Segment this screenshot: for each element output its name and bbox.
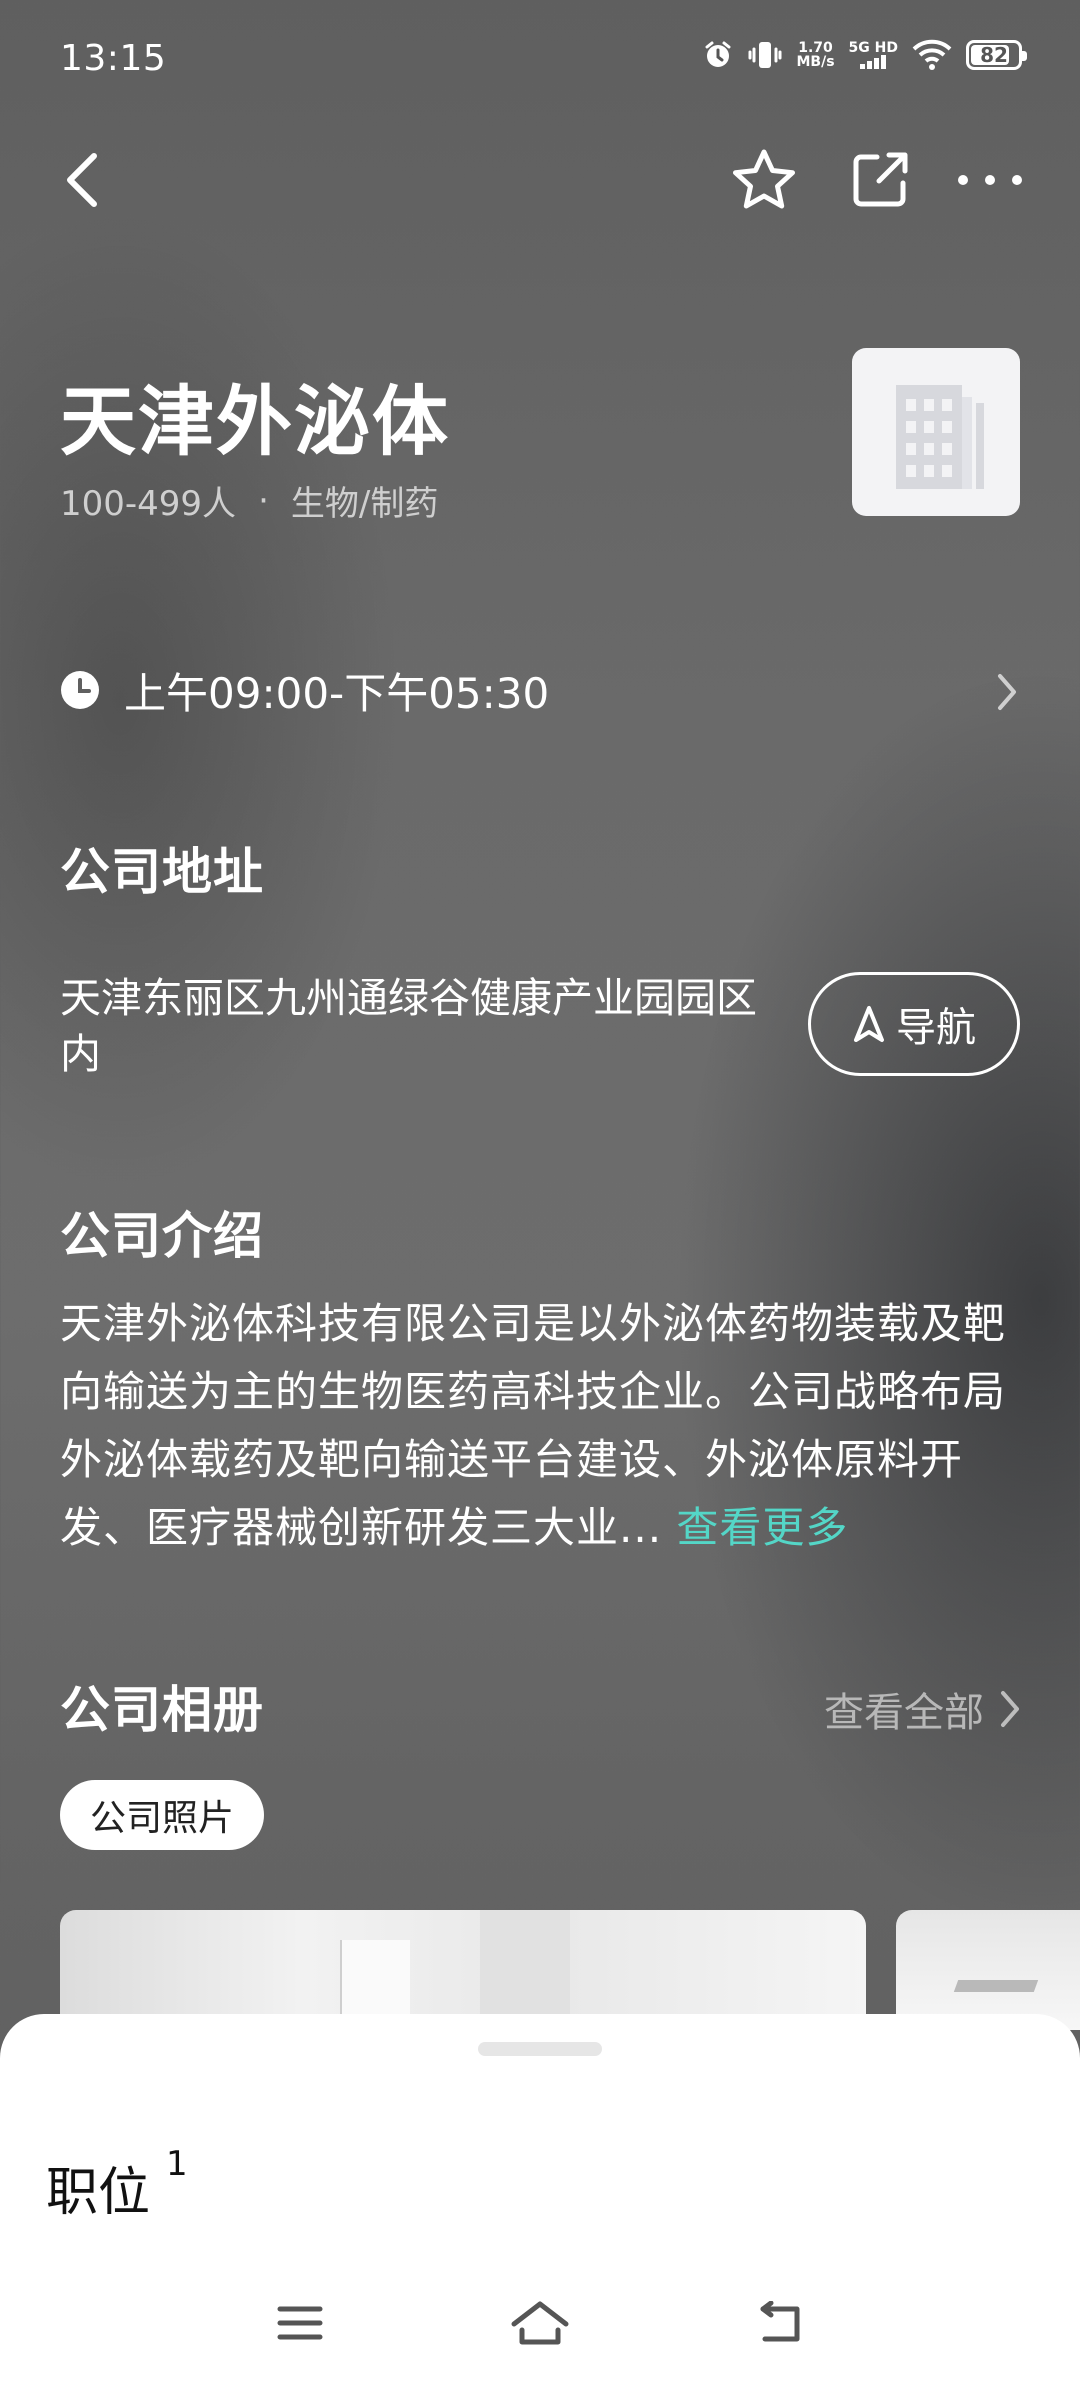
company-size: 100-499人 <box>60 484 237 524</box>
view-more-link[interactable]: 查看更多 <box>676 1503 848 1552</box>
company-photo-2[interactable] <box>896 1910 1080 2030</box>
navigate-button[interactable]: 导航 <box>808 972 1020 1076</box>
view-all-link[interactable]: 查看全部 <box>824 1680 1022 1738</box>
alarm-icon <box>702 39 734 71</box>
home-button[interactable] <box>500 2283 580 2363</box>
favorite-button[interactable] <box>724 140 804 220</box>
address-text: 天津东丽区九州通绿谷健康产业园园区内 <box>60 974 757 1078</box>
navigate-arrow-icon <box>854 1006 884 1042</box>
company-name: 天津外泌体 <box>60 377 450 466</box>
jobs-title: 职位 <box>46 2163 151 2223</box>
more-button[interactable] <box>950 140 1030 220</box>
battery-icon: 82 <box>966 40 1027 70</box>
menu-button[interactable] <box>260 2283 340 2363</box>
view-all-label: 查看全部 <box>824 1690 984 1736</box>
clock-icon <box>61 671 99 709</box>
drag-handle[interactable] <box>478 2042 602 2056</box>
company-logo <box>852 348 1020 516</box>
net-speed-value: 1.70 <box>798 40 833 56</box>
intro-text: 天津外泌体科技有限公司是以外泌体药物装载及靶向输送为主的生物医药高科技企业。公司… <box>60 1299 1007 1552</box>
photo-tag-chip[interactable]: 公司照片 <box>60 1780 265 1850</box>
top-nav <box>0 130 1080 230</box>
company-industry: 生物/制药 <box>290 484 439 524</box>
home-icon <box>511 2301 569 2345</box>
back-nav-button[interactable] <box>740 2283 820 2363</box>
signal-bars-icon <box>860 55 887 69</box>
status-bar: 13:15 1.70 MB/s 5G HD 82 <box>0 0 1080 110</box>
intro-text-block: 天津外泌体科技有限公司是以外泌体药物装载及靶向输送为主的生物医药高科技企业。公司… <box>60 1290 1020 1562</box>
share-button[interactable] <box>840 140 920 220</box>
share-icon <box>853 152 908 207</box>
address-section-title: 公司地址 <box>60 843 264 901</box>
company-photo-1[interactable] <box>60 1910 866 2030</box>
back-arrow-icon <box>67 153 97 207</box>
jobs-bottom-sheet[interactable]: 职位 1 <box>0 2014 1080 2388</box>
photo-detail <box>953 1980 1039 1992</box>
status-icons: 1.70 MB/s 5G HD 82 <box>702 38 1027 72</box>
jobs-count: 1 <box>166 2144 188 2184</box>
menu-icon <box>277 2306 323 2340</box>
navigate-label: 导航 <box>896 1005 976 1051</box>
building-icon <box>896 385 984 489</box>
album-section-title: 公司相册 <box>60 1681 264 1739</box>
more-dots-icon <box>958 175 1022 185</box>
net-speed-unit: MB/s <box>796 54 835 70</box>
intro-section-title: 公司介绍 <box>60 1207 264 1265</box>
photo-detail <box>480 1910 570 2030</box>
working-hours-row[interactable]: 上午09:00-下午05:30 <box>60 650 1020 730</box>
back-button[interactable] <box>42 140 122 220</box>
chevron-right-icon <box>998 674 1016 710</box>
meta-separator: · <box>258 480 269 521</box>
back-nav-icon <box>760 2301 800 2342</box>
company-meta: 100-499人 · 生物/制药 <box>60 476 438 525</box>
cellular-signal: 5G HD <box>849 41 898 69</box>
wifi-icon <box>912 39 952 71</box>
working-hours-text: 上午09:00-下午05:30 <box>124 668 550 718</box>
battery-level: 82 <box>980 43 1008 67</box>
chevron-right-icon <box>1001 1691 1019 1727</box>
system-nav-bar <box>0 2258 1080 2388</box>
status-time: 13:15 <box>60 38 167 79</box>
net-speed: 1.70 MB/s <box>796 41 834 69</box>
network-type: 5G HD <box>848 40 898 56</box>
star-icon <box>733 149 795 209</box>
vibrate-icon <box>748 38 782 72</box>
